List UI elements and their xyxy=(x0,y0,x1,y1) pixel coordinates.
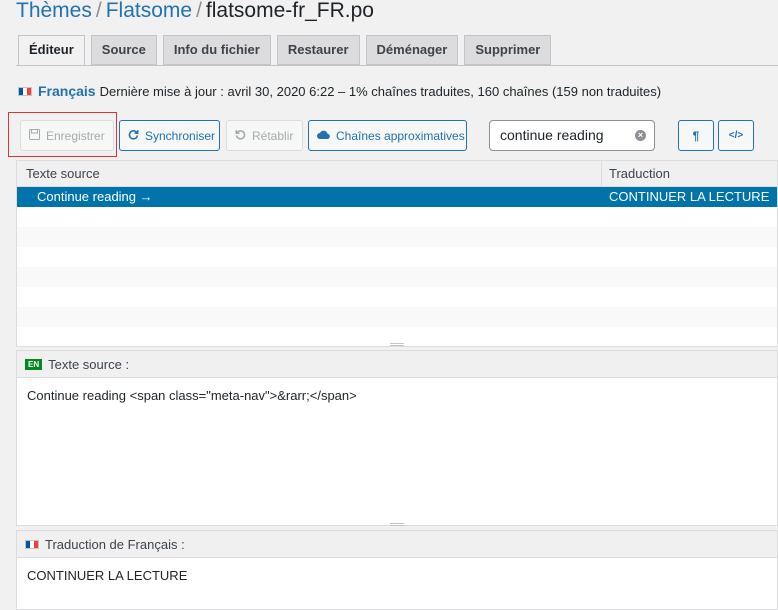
editor-tabs: Éditeur Source Info du fichier Restaurer… xyxy=(18,35,557,66)
translation-pane-header: Traduction de Français : xyxy=(17,531,777,558)
sync-button[interactable]: Synchroniser xyxy=(119,120,220,151)
column-header-source[interactable]: Texte source xyxy=(17,161,602,186)
sync-label: Synchroniser xyxy=(145,128,216,143)
french-flag-icon xyxy=(18,86,32,96)
resize-handle[interactable] xyxy=(390,523,404,526)
tab-editor[interactable]: Éditeur xyxy=(18,35,85,66)
source-text: Continue reading <span class="meta-nav">… xyxy=(27,388,357,403)
empty-row xyxy=(17,287,777,307)
breadcrumb-current-file: flatsome-fr_FR.po xyxy=(205,0,374,22)
row-source-cell: Continue reading → xyxy=(37,189,153,204)
fuzzy-strings-button[interactable]: Chaînes approximatives xyxy=(308,120,467,151)
translation-text-input[interactable]: CONTINUER LA LECTURE xyxy=(17,558,777,593)
revert-label: Rétablir xyxy=(252,128,294,143)
status-bar: Français Dernière mise à jour : avril 30… xyxy=(18,83,661,99)
breadcrumb-separator: / xyxy=(95,0,102,22)
code-view-button[interactable]: </> xyxy=(718,120,754,151)
tab-restore[interactable]: Restaurer xyxy=(276,35,360,65)
tab-delete[interactable]: Supprimer xyxy=(464,35,552,65)
translation-pane: Traduction de Français : CONTINUER LA LE… xyxy=(16,530,778,610)
save-button[interactable]: Enregistrer xyxy=(20,120,114,151)
source-pane-header: EN Texte source : xyxy=(17,351,777,378)
clear-search-icon[interactable]: × xyxy=(635,130,646,141)
tab-divider xyxy=(16,65,778,66)
search-value: continue reading xyxy=(500,127,604,143)
undo-icon xyxy=(235,129,246,143)
language-link[interactable]: Français xyxy=(38,83,96,99)
translation-pane-title: Traduction de Français : xyxy=(45,536,185,552)
refresh-icon xyxy=(128,129,139,143)
cloud-icon xyxy=(317,129,330,143)
source-pane-title: Texte source : xyxy=(48,356,130,372)
empty-row xyxy=(17,307,777,327)
breadcrumb-separator: / xyxy=(196,0,202,22)
source-text-pane: EN Texte source : Continue reading <span… xyxy=(16,350,778,526)
status-info: Dernière mise à jour : avril 30, 2020 6:… xyxy=(99,83,662,99)
search-input[interactable]: continue reading × xyxy=(489,120,655,151)
french-flag-icon xyxy=(25,539,39,549)
column-header-translation[interactable]: Traduction xyxy=(602,161,777,186)
editor-toolbar: Enregistrer Synchroniser Rétablir Chaîne… xyxy=(8,112,778,158)
tab-move[interactable]: Déménager xyxy=(365,35,459,65)
breadcrumb-themes-link[interactable]: Thèmes xyxy=(16,0,92,22)
resize-handle[interactable] xyxy=(390,343,404,346)
pilcrow-icon: ¶ xyxy=(692,128,700,143)
table-row[interactable]: Continue reading → CONTINUER LA LECTURE xyxy=(17,187,777,207)
empty-row xyxy=(17,227,777,247)
tab-source[interactable]: Source xyxy=(90,35,157,65)
empty-row xyxy=(17,267,777,287)
empty-row xyxy=(17,247,777,267)
pilcrow-toggle-button[interactable]: ¶ xyxy=(678,120,714,151)
revert-button[interactable]: Rétablir xyxy=(226,120,303,151)
empty-row xyxy=(17,207,777,227)
tab-file-info[interactable]: Info du fichier xyxy=(162,35,271,65)
fuzzy-strings-label: Chaînes approximatives xyxy=(336,128,465,143)
save-label: Enregistrer xyxy=(46,128,105,143)
floppy-disk-icon xyxy=(29,128,40,143)
grid-header: Texte source Traduction xyxy=(17,161,777,187)
breadcrumb-theme-link[interactable]: Flatsome xyxy=(106,0,192,22)
strings-grid: Texte source Traduction Continue reading… xyxy=(16,160,778,347)
code-icon: </> xyxy=(728,130,744,141)
breadcrumb: Thèmes / Flatsome / flatsome-fr_FR.po xyxy=(16,0,374,24)
row-translation-cell: CONTINUER LA LECTURE xyxy=(609,189,770,204)
english-badge: EN xyxy=(25,358,43,370)
